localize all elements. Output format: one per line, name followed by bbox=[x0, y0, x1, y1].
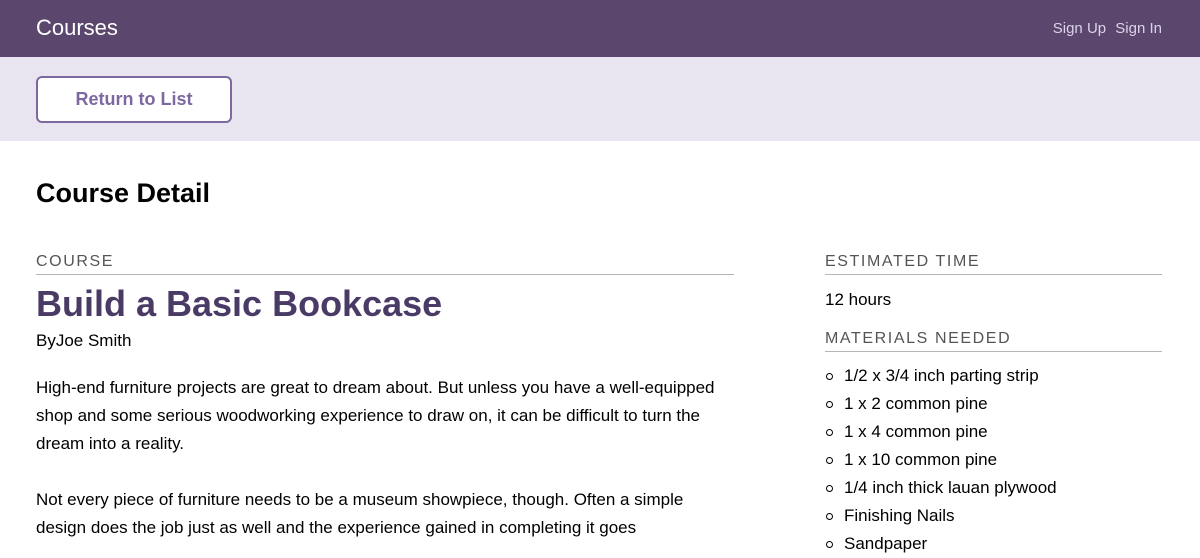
course-author: ByJoe Smith bbox=[36, 331, 132, 350]
return-to-list-button[interactable]: Return to List bbox=[36, 76, 232, 123]
material-name: 1 x 2 common pine bbox=[844, 394, 988, 413]
list-item: 1 x 2 common pine bbox=[825, 390, 1162, 418]
material-name: 1/2 x 3/4 inch parting strip bbox=[844, 366, 1039, 385]
list-item: 1 x 4 common pine bbox=[825, 418, 1162, 446]
top-nav-bar: Courses Sign Up Sign In bbox=[0, 0, 1200, 57]
materials-needed-label: MATERIALS NEEDED bbox=[825, 329, 1162, 352]
page-title: Course Detail bbox=[36, 178, 211, 208]
circle-bullet-icon bbox=[826, 401, 833, 408]
sign-in-link[interactable]: Sign In bbox=[1115, 20, 1162, 37]
course-section-label: COURSE bbox=[36, 252, 734, 275]
circle-bullet-icon bbox=[826, 513, 833, 520]
materials-list: 1/2 x 3/4 inch parting strip 1 x 2 commo… bbox=[825, 362, 1162, 558]
auth-links: Sign Up Sign In bbox=[1048, 20, 1162, 38]
estimated-time-label: ESTIMATED TIME bbox=[825, 252, 1162, 275]
circle-bullet-icon bbox=[826, 373, 833, 380]
material-name: 1/4 inch thick lauan plywood bbox=[844, 478, 1057, 497]
description-paragraph: High-end furniture projects are great to… bbox=[36, 378, 715, 453]
list-item: 1 x 10 common pine bbox=[825, 446, 1162, 474]
material-name: Finishing Nails bbox=[844, 506, 955, 525]
list-item: 1/4 inch thick lauan plywood bbox=[825, 474, 1162, 502]
material-name: Sandpaper bbox=[844, 534, 928, 553]
brand-link[interactable]: Courses bbox=[36, 15, 118, 41]
action-bar: Return to List bbox=[0, 57, 1200, 141]
list-item: Sandpaper bbox=[825, 530, 1162, 558]
course-description: High-end furniture projects are great to… bbox=[36, 374, 734, 542]
material-name: 1 x 10 common pine bbox=[844, 450, 998, 469]
circle-bullet-icon bbox=[826, 429, 833, 436]
circle-bullet-icon bbox=[826, 485, 833, 492]
course-main: COURSE Build a Basic Bookcase ByJoe Smit… bbox=[36, 252, 734, 542]
description-paragraph: Not every piece of furniture needs to be… bbox=[36, 490, 684, 537]
material-name: 1 x 4 common pine bbox=[844, 422, 988, 441]
circle-bullet-icon bbox=[826, 457, 833, 464]
estimated-time-value: 12 hours bbox=[825, 290, 892, 309]
sign-up-link[interactable]: Sign Up bbox=[1053, 20, 1106, 37]
circle-bullet-icon bbox=[826, 541, 833, 548]
course-sidebar: ESTIMATED TIME 12 hours MATERIALS NEEDED… bbox=[825, 252, 1162, 558]
list-item: 1/2 x 3/4 inch parting strip bbox=[825, 362, 1162, 390]
course-title: Build a Basic Bookcase bbox=[36, 283, 443, 324]
list-item: Finishing Nails bbox=[825, 502, 1162, 530]
